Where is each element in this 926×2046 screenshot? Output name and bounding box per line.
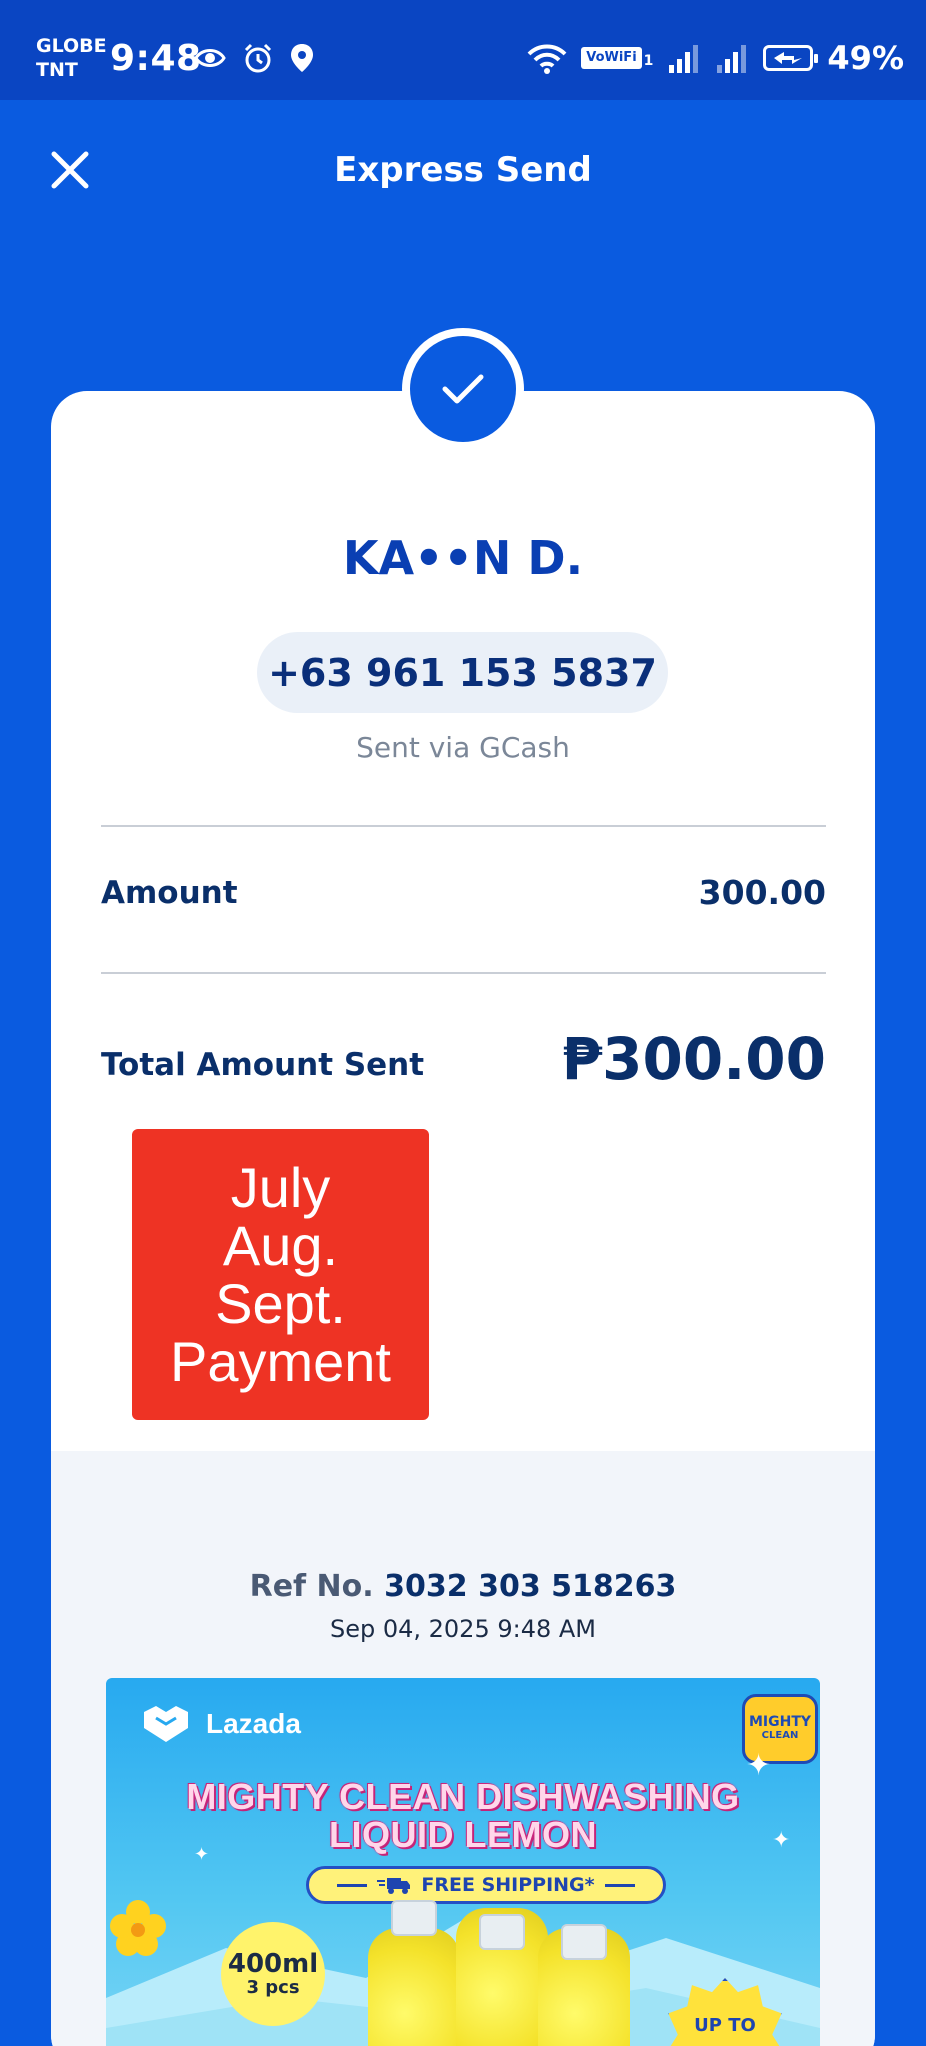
total-amount-label: Total Amount Sent	[101, 1047, 425, 1083]
note-line: Aug.	[222, 1213, 339, 1277]
mighty-badge-line1: MIGHTY	[748, 1714, 812, 1730]
promo-banner[interactable]: Lazada MIGHTY CLEAN ✦ ✦ ✦ MIGHTY CLEAN D…	[106, 1678, 820, 2046]
divider	[101, 972, 826, 974]
lazada-brand: Lazada	[206, 1708, 301, 1739]
sim-index: 1	[643, 53, 654, 69]
note-line: July	[230, 1155, 331, 1219]
reference-section: Ref No. 3032 303 518263 Sep 04, 2025 9:4…	[51, 1451, 875, 2046]
free-shipping-tag: FREE SHIPPING*	[306, 1866, 666, 1904]
free-shipping-label: FREE SHIPPING*	[421, 1874, 595, 1896]
success-badge	[402, 328, 524, 450]
divider	[337, 1883, 368, 1887]
alarm-icon	[244, 43, 272, 73]
divider	[604, 1883, 635, 1887]
wifi-icon	[527, 44, 567, 74]
battery-percent: 49%	[827, 39, 904, 77]
recipient-name: KA••N D.	[342, 531, 584, 585]
status-right-group: VoWiFi 1 49%	[527, 38, 904, 78]
vowifi-badge: VoWiFi	[581, 47, 642, 69]
payment-note-sticker: July Aug. Sept. Payment	[132, 1129, 429, 1420]
status-bar: GLOBE TNT 9:48 VoWiFi 1 49%	[0, 0, 926, 100]
ad-headline-line2: LIQUID LEMON	[329, 1814, 597, 1855]
divider	[101, 825, 826, 827]
eye-icon	[194, 49, 226, 67]
sent-via-label: Sent via GCash	[356, 731, 570, 764]
product-bottle	[368, 1928, 460, 2046]
location-icon	[291, 44, 313, 72]
battery-charging-icon	[763, 45, 819, 71]
discount-label: UP TO	[694, 2015, 756, 2036]
success-check-circle	[410, 336, 516, 442]
carrier-line-2: TNT	[36, 59, 78, 81]
check-icon	[442, 374, 484, 404]
mighty-badge-line2: CLEAN	[761, 1730, 799, 1741]
note-line: Sept.	[215, 1271, 346, 1335]
bottle-cap	[479, 1914, 525, 1950]
pieces-label: 3 pcs	[246, 1977, 300, 1998]
amount-label: Amount	[101, 875, 238, 911]
recipient-phone: +63 961 153 5837	[257, 632, 668, 713]
carrier-line-1: GLOBE	[36, 35, 107, 57]
bottle-cap	[391, 1900, 437, 1936]
page-title: Express Send	[334, 150, 592, 190]
signal-icon-2	[717, 45, 747, 73]
truck-icon	[377, 1878, 411, 1894]
amount-value: 300.00	[698, 873, 826, 912]
signal-icon	[669, 45, 699, 73]
ref-number: 3032 303 518263	[384, 1569, 677, 1604]
reference-number-line: Ref No. 3032 303 518263	[51, 1569, 875, 1604]
total-amount-value: ₱300.00	[561, 1025, 826, 1093]
bottle-cap	[561, 1924, 607, 1960]
size-label: 400ml	[227, 1949, 319, 1979]
note-line: Payment	[170, 1329, 391, 1393]
ref-label: Ref No.	[249, 1569, 374, 1604]
lazada-heart-icon	[144, 1706, 188, 1742]
flower-icon	[110, 1900, 166, 1956]
ad-headline-line1: MIGHTY CLEAN DISHWASHING	[186, 1776, 740, 1817]
lazada-logo: Lazada	[140, 1704, 301, 1744]
ad-headline: MIGHTY CLEAN DISHWASHING LIQUID LEMON	[106, 1778, 820, 1854]
size-badge: 400ml 3 pcs	[221, 1922, 325, 2026]
status-time: 9:48	[110, 38, 202, 79]
carrier-label: GLOBE TNT	[36, 34, 107, 82]
receipt-card: KA••N D. +63 961 153 5837 Sent via GCash…	[51, 391, 875, 2046]
transaction-datetime: Sep 04, 2025 9:48 AM	[329, 1615, 596, 1643]
